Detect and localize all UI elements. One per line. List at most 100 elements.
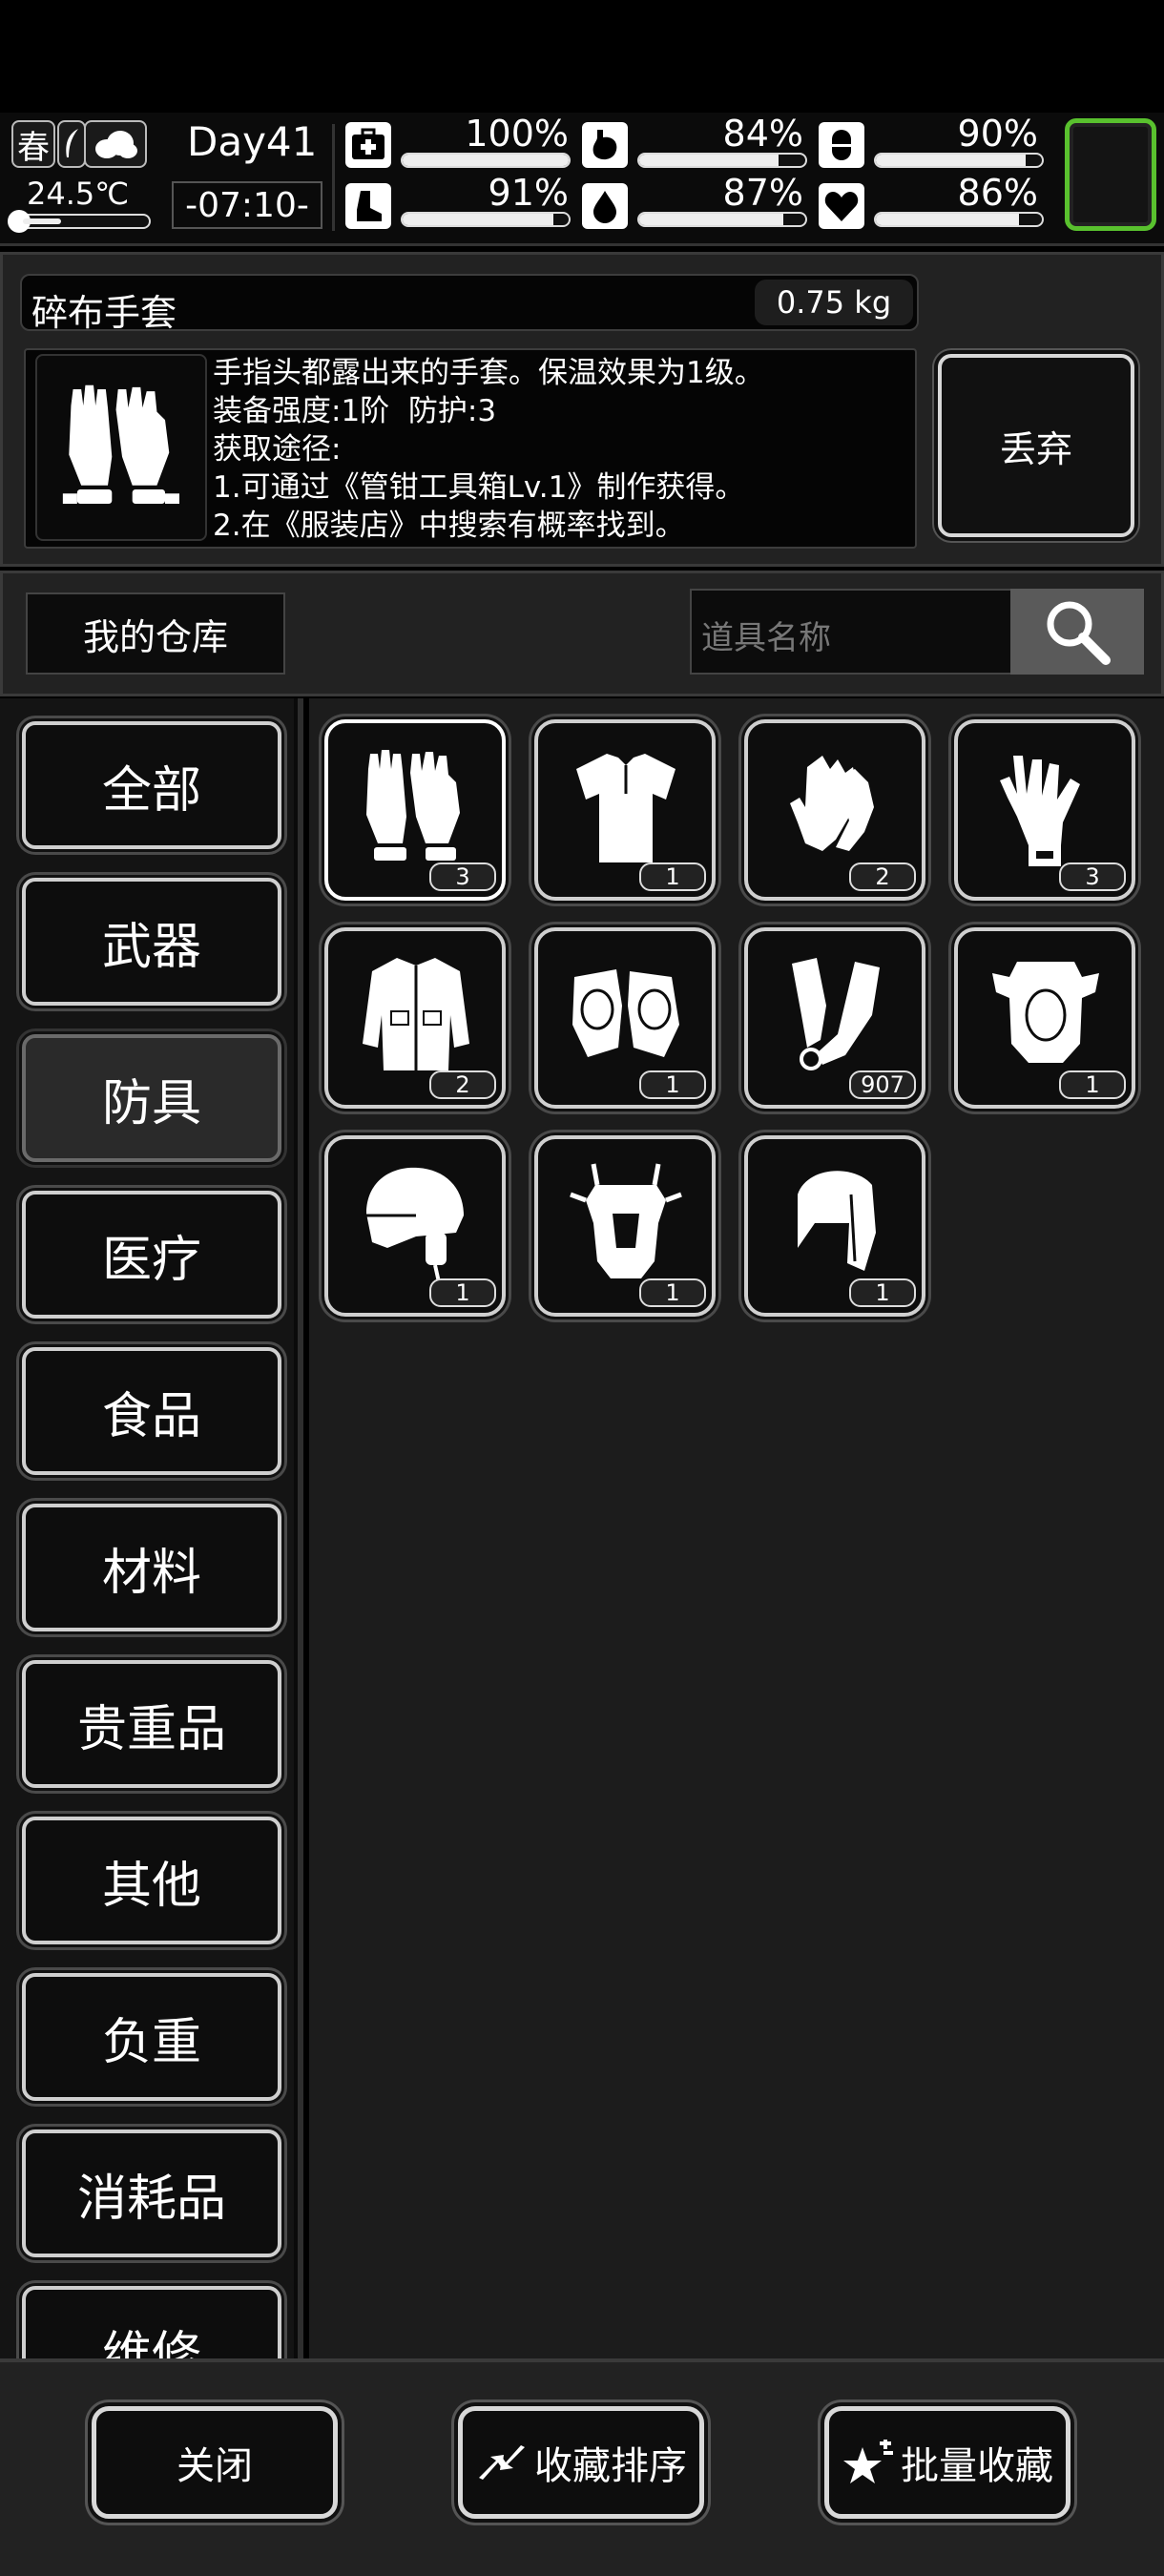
item-slot-chest-plate[interactable]: 1 bbox=[534, 1135, 716, 1317]
hunger-bar-fill bbox=[639, 155, 779, 166]
helmet-icon bbox=[366, 1167, 464, 1283]
category-label: 负重 bbox=[101, 2013, 201, 2071]
category-all[interactable]: 全部 bbox=[22, 721, 281, 849]
fingerless-glove-icon bbox=[366, 750, 460, 861]
thirst-value: 87% bbox=[722, 172, 803, 214]
item-count: 2 bbox=[849, 862, 916, 891]
item-weight: 0.75 kg bbox=[755, 280, 913, 325]
close-button[interactable]: 关闭 bbox=[92, 2406, 338, 2519]
energy-bar-fill bbox=[876, 155, 1026, 166]
item-slot-body-armor[interactable]: 1 bbox=[954, 927, 1135, 1109]
boot-icon bbox=[345, 183, 391, 229]
item-count: 1 bbox=[639, 862, 706, 891]
category-repair[interactable]: 维修 bbox=[22, 2286, 281, 2358]
category-consumables[interactable]: 消耗品 bbox=[22, 2129, 281, 2257]
health-bar bbox=[401, 153, 571, 168]
item-preview bbox=[35, 354, 207, 541]
pill-icon bbox=[819, 122, 864, 168]
search-placeholder: 道具名称 bbox=[701, 619, 831, 657]
work-gloves-icon bbox=[790, 756, 874, 851]
item-name: 碎布手套 bbox=[31, 292, 177, 334]
category-label: 医疗 bbox=[101, 1231, 201, 1289]
stomach-icon bbox=[582, 122, 628, 168]
storage-title: 我的仓库 bbox=[26, 592, 285, 675]
hunger-bar bbox=[637, 153, 807, 168]
thirst-bar bbox=[637, 212, 807, 227]
item-count: 1 bbox=[429, 1278, 496, 1307]
item-grid: 3 1 2 3 2 1 907 1 1 1 1 bbox=[309, 698, 1164, 2358]
category-sidebar[interactable]: 全部 武器 防具 医疗 食品 材料 贵重品 其他 负重 消耗品 维修 bbox=[0, 698, 303, 2358]
body-armor-icon bbox=[992, 962, 1099, 1063]
cloud-icon bbox=[84, 120, 147, 168]
sort-favorites-button[interactable]: 收藏排序 bbox=[458, 2406, 704, 2519]
item-count: 2 bbox=[429, 1070, 496, 1099]
category-food[interactable]: 食品 bbox=[22, 1347, 281, 1475]
heart-icon bbox=[819, 183, 864, 229]
storage-header: 我的仓库 道具名称 bbox=[0, 571, 1164, 696]
knee-pads-icon bbox=[572, 969, 679, 1057]
description-line: 装备强度:1阶 防护:3 bbox=[213, 394, 497, 428]
item-slot-arm-guards[interactable]: 907 bbox=[744, 927, 925, 1109]
category-label: 防具 bbox=[101, 1074, 201, 1132]
category-medical[interactable]: 医疗 bbox=[22, 1191, 281, 1319]
health-bar-fill bbox=[403, 155, 569, 166]
time-label: -07:10- bbox=[185, 185, 309, 225]
item-slot-jacket[interactable]: 2 bbox=[324, 927, 506, 1109]
category-materials[interactable]: 材料 bbox=[22, 1504, 281, 1631]
mood-bar bbox=[874, 212, 1044, 227]
item-slot-fingerless-gloves[interactable]: 3 bbox=[324, 719, 506, 901]
fingerless-glove-icon bbox=[62, 384, 179, 504]
description-line: 获取途径: bbox=[213, 432, 342, 467]
item-slot-hood[interactable]: 1 bbox=[744, 1135, 925, 1317]
item-slot-shirt[interactable]: 1 bbox=[534, 719, 716, 901]
status-bar: 春 24.5℃ Day41 -07:10- 100% 84% 90% 91% 8… bbox=[0, 113, 1164, 246]
search-icon bbox=[1047, 601, 1111, 665]
description-line: 手指头都露出来的手套。保温效果为1级。 bbox=[213, 356, 764, 390]
leather-glove-icon bbox=[1000, 756, 1080, 866]
description-line: 1.可通过《管钳工具箱Lv.1》制作获得。 bbox=[213, 470, 745, 505]
category-label: 维修 bbox=[101, 2326, 201, 2359]
mood-bar-fill bbox=[876, 214, 1019, 225]
item-description-box: 手指头都露出来的手套。保温效果为1级。 装备强度:1阶 防护:3 获取途径: 1… bbox=[24, 348, 917, 549]
thirst-bar-fill bbox=[639, 214, 784, 225]
category-label: 消耗品 bbox=[76, 2170, 226, 2228]
equipped-slot[interactable] bbox=[1065, 118, 1156, 231]
mood-value: 86% bbox=[957, 172, 1038, 214]
hood-icon bbox=[798, 1171, 876, 1271]
feather-icon bbox=[57, 120, 86, 168]
item-slot-leather-glove[interactable]: 3 bbox=[954, 719, 1135, 901]
shirt-icon bbox=[576, 754, 676, 862]
close-label: 关闭 bbox=[177, 2444, 253, 2488]
health-value: 100% bbox=[465, 113, 569, 155]
search-button[interactable] bbox=[1010, 589, 1144, 675]
batch-favorite-label: 批量收藏 bbox=[901, 2444, 1053, 2488]
category-other[interactable]: 其他 bbox=[22, 1817, 281, 1944]
season-badge: 春 bbox=[11, 120, 55, 168]
sort-arrows-icon bbox=[479, 2445, 525, 2480]
item-count: 907 bbox=[849, 1070, 916, 1099]
category-weapons[interactable]: 武器 bbox=[22, 878, 281, 1006]
category-valuables[interactable]: 贵重品 bbox=[22, 1660, 281, 1788]
stamina-bar bbox=[401, 212, 571, 227]
chest-plate-icon bbox=[570, 1163, 682, 1278]
item-count: 1 bbox=[1059, 1070, 1126, 1099]
category-armor[interactable]: 防具 bbox=[22, 1034, 281, 1162]
item-slot-work-gloves[interactable]: 2 bbox=[744, 719, 925, 901]
stamina-value: 91% bbox=[488, 172, 569, 214]
item-count: 3 bbox=[1059, 862, 1126, 891]
sidebar-scrollbar[interactable] bbox=[294, 698, 298, 2358]
season-label: 春 bbox=[17, 128, 50, 167]
category-load[interactable]: 负重 bbox=[22, 1973, 281, 2101]
item-weight-label: 0.75 kg bbox=[776, 284, 892, 321]
item-detail-panel: 碎布手套 0.75 kg 手指头都露出来的手套。保温效果为1级。 装备强度:1阶… bbox=[0, 252, 1164, 567]
discard-button[interactable]: 丢弃 bbox=[938, 354, 1134, 537]
batch-favorite-button[interactable]: 批量收藏 bbox=[824, 2406, 1070, 2519]
item-count: 1 bbox=[639, 1070, 706, 1099]
item-description: 手指头都露出来的手套。保温效果为1级。 装备强度:1阶 防护:3 获取途径: 1… bbox=[213, 354, 764, 545]
description-line: 2.在《服装店》中搜索有概率找到。 bbox=[213, 509, 685, 543]
item-slot-helmet[interactable]: 1 bbox=[324, 1135, 506, 1317]
category-label: 其他 bbox=[101, 1857, 201, 1915]
clock-display: -07:10- bbox=[172, 181, 322, 229]
search-input[interactable]: 道具名称 bbox=[690, 589, 1012, 675]
item-slot-knee-pads[interactable]: 1 bbox=[534, 927, 716, 1109]
